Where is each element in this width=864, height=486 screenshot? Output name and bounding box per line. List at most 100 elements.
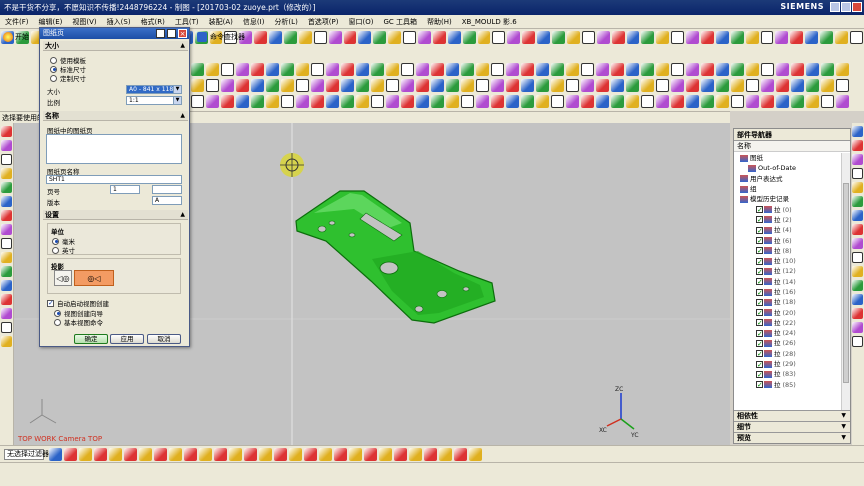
history-feature-row[interactable]: 拉(10) — [734, 256, 842, 267]
tool-icon[interactable] — [476, 78, 489, 92]
selection-tool-icon[interactable] — [319, 447, 332, 461]
menu-item[interactable]: 视图(V) — [67, 17, 101, 27]
third-angle-projection-button[interactable]: ◎◁ — [74, 270, 114, 286]
sheet-name-input[interactable]: SHT1 — [46, 175, 182, 184]
menu-item[interactable]: GC 工具箱 — [378, 17, 422, 27]
tool-icon[interactable] — [686, 94, 699, 108]
history-feature-row[interactable]: 拉(4) — [734, 225, 842, 236]
feature-checkbox[interactable] — [756, 339, 763, 349]
tool-icon[interactable] — [566, 94, 579, 108]
tool-icon[interactable] — [371, 62, 384, 76]
tool-icon[interactable] — [731, 94, 744, 108]
resource-bar-icon[interactable] — [852, 154, 863, 165]
resource-bar-icon[interactable] — [1, 182, 12, 193]
selection-tool-icon[interactable] — [334, 447, 347, 461]
tool-icon[interactable] — [566, 30, 580, 44]
resource-bar-icon[interactable] — [852, 266, 863, 277]
tool-icon[interactable] — [476, 94, 489, 108]
tool-icon[interactable] — [296, 94, 309, 108]
selection-tool-icon[interactable] — [349, 447, 362, 461]
tool-icon[interactable] — [626, 62, 639, 76]
tool-icon[interactable] — [506, 94, 519, 108]
feature-checkbox[interactable] — [756, 298, 763, 308]
size-dropdown[interactable]: A0 - 841 x 1189 ▼ — [126, 85, 182, 94]
resource-bar-icon[interactable] — [1, 280, 12, 291]
minimize-button[interactable] — [830, 2, 840, 12]
tool-icon[interactable] — [566, 78, 579, 92]
tool-icon[interactable] — [821, 94, 834, 108]
navigator-node[interactable]: Out-of-Date — [734, 163, 842, 173]
tool-icon[interactable] — [611, 62, 624, 76]
tool-icon[interactable] — [761, 94, 774, 108]
tool-icon[interactable] — [521, 62, 534, 76]
dialog-close-button[interactable]: × — [178, 29, 187, 38]
selection-tool-icon[interactable] — [64, 447, 77, 461]
dialog-settings-icon[interactable] — [167, 29, 176, 38]
tool-icon[interactable] — [206, 94, 219, 108]
history-feature-row[interactable]: 拉(24) — [734, 328, 842, 339]
selection-tool-icon[interactable] — [124, 447, 137, 461]
tool-icon[interactable] — [416, 94, 429, 108]
tool-icon[interactable] — [296, 62, 309, 76]
tool-icon[interactable] — [191, 78, 204, 92]
tool-icon[interactable] — [611, 30, 625, 44]
tool-icon[interactable] — [775, 30, 789, 44]
tool-icon[interactable] — [328, 30, 342, 44]
resource-bar-icon[interactable] — [852, 196, 863, 207]
preview-panel[interactable]: 预览 ▼ — [734, 432, 850, 443]
tool-icon[interactable] — [251, 94, 264, 108]
tool-icon[interactable] — [251, 78, 264, 92]
first-angle-projection-button[interactable]: ◁◎ — [54, 270, 72, 286]
navigator-node[interactable]: 组 — [734, 184, 842, 194]
tool-icon[interactable] — [596, 30, 610, 44]
resource-bar-icon[interactable] — [1, 308, 12, 319]
tool-icon[interactable] — [371, 78, 384, 92]
tool-icon[interactable] — [401, 78, 414, 92]
tool-icon[interactable] — [358, 30, 372, 44]
selection-tool-icon[interactable] — [274, 447, 287, 461]
tool-icon[interactable] — [835, 30, 848, 44]
history-feature-row[interactable]: 拉(8) — [734, 246, 842, 256]
history-feature-row[interactable]: 拉(83) — [734, 369, 842, 380]
tool-icon[interactable] — [506, 62, 519, 76]
cancel-button[interactable]: 取消 — [147, 334, 181, 344]
tool-icon[interactable] — [403, 30, 417, 44]
tool-icon[interactable] — [356, 94, 369, 108]
tool-icon[interactable] — [221, 78, 234, 92]
tool-icon[interactable] — [776, 94, 789, 108]
menu-item[interactable]: XB_MOULD 影.6 — [457, 17, 522, 27]
tool-icon[interactable] — [254, 30, 268, 44]
tool-icon[interactable] — [416, 62, 429, 76]
tool-icon[interactable] — [446, 78, 459, 92]
navigator-scrollbar[interactable] — [841, 153, 850, 419]
tool-icon[interactable] — [701, 94, 714, 108]
tool-icon[interactable] — [730, 30, 744, 44]
resource-bar-icon[interactable] — [852, 322, 863, 333]
tool-icon[interactable] — [686, 30, 699, 44]
menu-item[interactable]: 格式(R) — [136, 17, 170, 27]
resource-bar-icon[interactable] — [1, 238, 12, 249]
tool-icon[interactable] — [806, 78, 819, 92]
tool-icon[interactable] — [761, 78, 774, 92]
tool-icon[interactable] — [836, 62, 849, 76]
menu-item[interactable]: 帮助(H) — [422, 17, 457, 27]
tool-icon[interactable] — [461, 78, 474, 92]
tool-icon[interactable] — [341, 62, 354, 76]
selection-tool-icon[interactable] — [259, 447, 272, 461]
selection-tool-icon[interactable] — [364, 447, 377, 461]
tool-icon[interactable] — [820, 30, 834, 44]
tool-icon[interactable] — [311, 94, 324, 108]
tool-icon[interactable] — [221, 94, 234, 108]
history-feature-row[interactable]: 拉(22) — [734, 318, 842, 328]
history-feature-row[interactable]: 拉(6) — [734, 235, 842, 246]
selection-tool-icon[interactable] — [154, 447, 167, 461]
selection-tool-icon[interactable] — [409, 447, 422, 461]
menu-item[interactable]: 分析(L) — [269, 17, 302, 27]
tool-icon[interactable] — [447, 30, 461, 44]
history-feature-row[interactable]: 拉(12) — [734, 266, 842, 277]
tool-icon[interactable] — [656, 94, 669, 108]
selection-tool-icon[interactable] — [109, 447, 122, 461]
selection-tool-icon[interactable] — [379, 447, 392, 461]
tool-icon[interactable] — [191, 62, 204, 76]
selection-tool-icon[interactable] — [304, 447, 317, 461]
